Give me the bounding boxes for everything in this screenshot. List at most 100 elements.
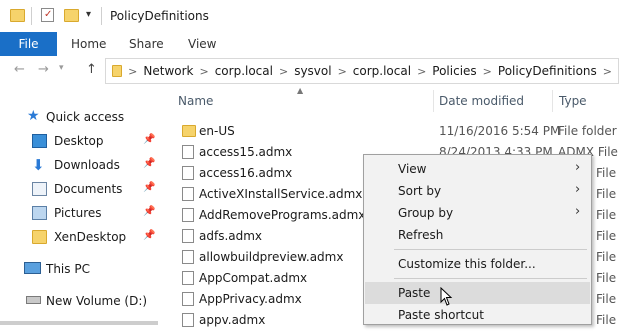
sort-ascending-icon: ▲ bbox=[297, 86, 304, 95]
file-type: File bbox=[596, 271, 617, 285]
customize-toolbar-dropdown-icon[interactable]: ▾ bbox=[86, 9, 91, 20]
star-icon: ★ bbox=[27, 108, 40, 124]
column-divider[interactable] bbox=[552, 90, 553, 112]
file-icon bbox=[182, 145, 194, 159]
file-name: access15.admx bbox=[199, 145, 293, 159]
file-name: AppPrivacy.admx bbox=[199, 292, 302, 306]
sidebar-item-pictures[interactable]: Pictures 📌 bbox=[0, 202, 160, 224]
breadcrumb-sysvol[interactable]: sysvol bbox=[294, 64, 331, 78]
menu-item-group-by[interactable]: Group by › bbox=[365, 202, 590, 224]
window-title: PolicyDefinitions bbox=[110, 9, 209, 23]
breadcrumb-corp-local-2[interactable]: corp.local bbox=[353, 64, 411, 78]
tab-file-label: File bbox=[18, 37, 39, 51]
menu-item-paste[interactable]: Paste bbox=[365, 282, 590, 304]
tab-share-label: Share bbox=[129, 37, 164, 51]
sidebar-item-label: Quick access bbox=[46, 110, 125, 124]
address-bar[interactable]: > Network > corp.local > sysvol > corp.l… bbox=[105, 58, 619, 84]
sidebar-item-xendesktop[interactable]: XenDesktop 📌 bbox=[0, 226, 160, 248]
file-date: 11/16/2016 5:54 PM bbox=[439, 124, 561, 138]
sidebar-item-label: Documents bbox=[54, 182, 123, 196]
file-icon bbox=[182, 229, 194, 243]
file-type: File bbox=[596, 292, 617, 306]
chevron-right-icon: > bbox=[482, 64, 492, 78]
column-header-name[interactable]: Name bbox=[178, 94, 213, 108]
menu-item-label: View bbox=[398, 162, 427, 176]
file-icon bbox=[182, 187, 194, 201]
breadcrumb-policydefinitions[interactable]: PolicyDefinitions bbox=[498, 64, 597, 78]
sidebar-item-label: XenDesktop bbox=[54, 230, 127, 244]
file-type: File bbox=[596, 229, 617, 243]
breadcrumb-network[interactable]: Network bbox=[143, 64, 193, 78]
file-type: File bbox=[596, 187, 617, 201]
table-row[interactable]: en-US 11/16/2016 5:54 PM File folder bbox=[178, 121, 619, 142]
chevron-right-icon: > bbox=[278, 64, 289, 78]
breadcrumb-corp-local[interactable]: corp.local bbox=[215, 64, 273, 78]
tab-view[interactable]: View bbox=[188, 32, 216, 56]
chevron-right-icon: > bbox=[199, 64, 209, 78]
menu-item-label: Sort by bbox=[398, 184, 442, 198]
menu-separator bbox=[394, 278, 587, 279]
menu-item-customize-folder[interactable]: Customize this folder... bbox=[365, 253, 590, 275]
back-icon[interactable]: ← bbox=[14, 62, 25, 77]
tab-share[interactable]: Share bbox=[129, 32, 164, 56]
sidebar-item-label: Pictures bbox=[54, 206, 102, 220]
navigation-pane: ★ Quick access Desktop 📌 ⬇ Downloads 📌 D… bbox=[0, 88, 160, 325]
sidebar-item-quick-access[interactable]: ★ Quick access bbox=[0, 106, 160, 128]
file-name: allowbuildpreview.admx bbox=[199, 250, 344, 264]
file-name: access16.admx bbox=[199, 166, 293, 180]
breadcrumb-policies[interactable]: Policies bbox=[432, 64, 476, 78]
chevron-right-icon: > bbox=[337, 64, 347, 78]
menu-item-paste-shortcut[interactable]: Paste shortcut bbox=[365, 304, 590, 326]
sidebar-item-new-volume[interactable]: New Volume (D:) bbox=[0, 290, 160, 312]
documents-icon bbox=[32, 182, 47, 196]
menu-item-label: Refresh bbox=[398, 228, 444, 242]
file-type: File bbox=[596, 250, 617, 264]
folder-icon bbox=[10, 9, 25, 22]
file-type: File bbox=[596, 166, 617, 180]
sidebar-item-this-pc[interactable]: This PC bbox=[0, 258, 160, 280]
menu-separator bbox=[394, 249, 587, 250]
downloads-icon: ⬇ bbox=[32, 156, 45, 174]
drive-icon bbox=[26, 296, 41, 304]
column-header-date[interactable]: Date modified bbox=[439, 94, 524, 108]
sidebar-item-label: New Volume (D:) bbox=[46, 294, 148, 308]
tab-home[interactable]: Home bbox=[71, 32, 106, 56]
menu-item-refresh[interactable]: Refresh bbox=[365, 224, 590, 246]
sidebar-item-label: Desktop bbox=[54, 134, 104, 148]
sidebar-item-desktop[interactable]: Desktop 📌 bbox=[0, 130, 160, 152]
file-icon bbox=[182, 250, 194, 264]
chevron-right-icon: > bbox=[602, 64, 612, 78]
pin-icon[interactable]: 📌 bbox=[143, 134, 155, 146]
column-header-type[interactable]: Type bbox=[559, 94, 587, 108]
title-separator bbox=[31, 7, 32, 25]
pin-icon[interactable]: 📌 bbox=[143, 182, 155, 194]
recent-locations-icon[interactable]: ▾ bbox=[59, 63, 64, 73]
column-divider[interactable] bbox=[433, 90, 434, 112]
file-icon bbox=[182, 271, 194, 285]
folder-icon bbox=[182, 125, 196, 137]
pin-icon[interactable]: 📌 bbox=[143, 158, 155, 170]
pin-icon[interactable]: 📌 bbox=[143, 230, 155, 242]
menu-item-label: Paste bbox=[398, 286, 431, 300]
pin-icon[interactable]: 📌 bbox=[143, 206, 155, 218]
chevron-right-icon: › bbox=[575, 160, 581, 175]
chevron-right-icon: › bbox=[575, 204, 581, 219]
navigation-scrollbar[interactable] bbox=[0, 321, 158, 325]
forward-icon[interactable]: → bbox=[38, 62, 49, 77]
sidebar-item-documents[interactable]: Documents 📌 bbox=[0, 178, 160, 200]
menu-item-sort-by[interactable]: Sort by › bbox=[365, 180, 590, 202]
title-bar: ✓ ▾ PolicyDefinitions bbox=[0, 0, 619, 32]
up-icon[interactable]: ↑ bbox=[86, 62, 97, 77]
properties-icon[interactable]: ✓ bbox=[41, 8, 54, 22]
computer-icon bbox=[24, 262, 41, 274]
file-name: en-US bbox=[199, 124, 235, 138]
file-type: File bbox=[596, 208, 617, 222]
new-folder-icon[interactable] bbox=[64, 9, 79, 22]
file-icon bbox=[182, 166, 194, 180]
menu-item-view[interactable]: View › bbox=[365, 158, 590, 180]
menu-item-label: Paste shortcut bbox=[398, 308, 484, 322]
tab-file[interactable]: File bbox=[0, 32, 57, 56]
sidebar-item-label: Downloads bbox=[54, 158, 120, 172]
sidebar-item-downloads[interactable]: ⬇ Downloads 📌 bbox=[0, 154, 160, 176]
menu-item-label: Customize this folder... bbox=[398, 257, 536, 271]
